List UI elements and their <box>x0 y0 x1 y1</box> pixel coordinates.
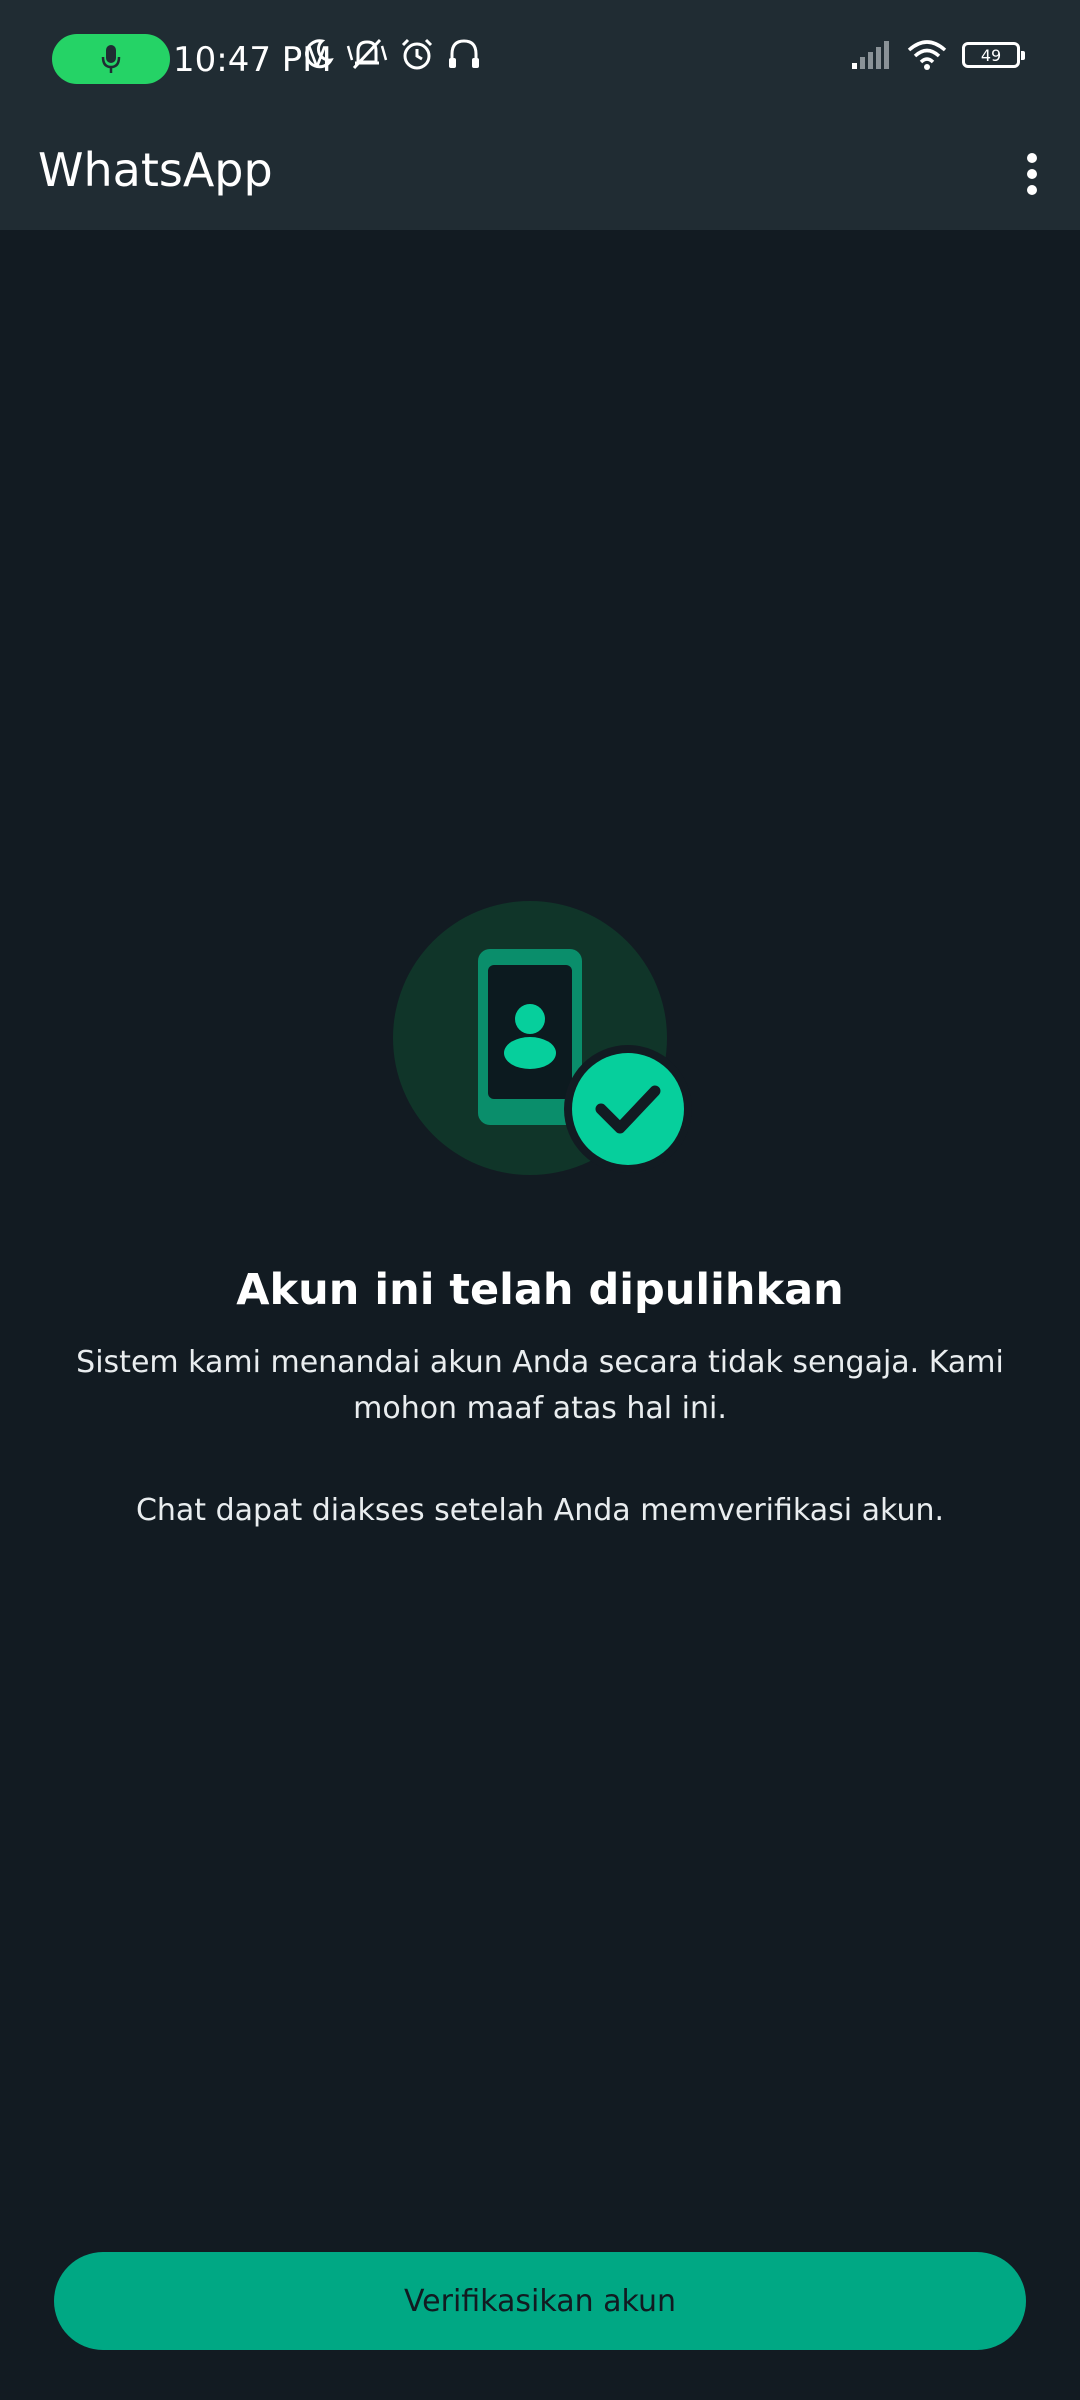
phone-check-icon <box>393 901 692 1175</box>
verify-hint: Chat dapat diakses setelah Anda memverif… <box>135 1493 945 1528</box>
alarm-icon <box>401 38 433 70</box>
more-vertical-icon <box>1027 153 1037 195</box>
more-options-button[interactable] <box>998 140 1066 208</box>
status-bar: 10:47 PM 49 <box>0 0 1080 118</box>
app-title: WhatsApp <box>38 143 273 197</box>
signal-icon <box>852 41 889 69</box>
screen: 10:47 PM 49 WhatsApp Akun ini telah dipu… <box>0 0 1080 2400</box>
app-bar: WhatsApp <box>0 118 1080 230</box>
microphone-icon <box>101 45 121 73</box>
restored-description: Sistem kami menandai akun Anda secara ti… <box>76 1345 1004 1426</box>
microphone-indicator[interactable] <box>52 34 170 84</box>
verify-account-button[interactable]: Verifikasikan akun <box>54 2252 1026 2350</box>
mute-icon <box>346 38 388 70</box>
account-restored-illustration <box>380 895 700 1195</box>
wifi-icon <box>907 40 947 70</box>
status-left-icons <box>300 36 482 72</box>
battery-level: 49 <box>980 45 1002 65</box>
moon-icon <box>305 39 334 69</box>
headphones-icon <box>449 39 479 68</box>
status-right-icons: 49 <box>850 38 1025 72</box>
restored-headline: Akun ini telah dipulihkan <box>236 1265 844 1315</box>
battery-icon: 49 <box>962 42 1025 68</box>
